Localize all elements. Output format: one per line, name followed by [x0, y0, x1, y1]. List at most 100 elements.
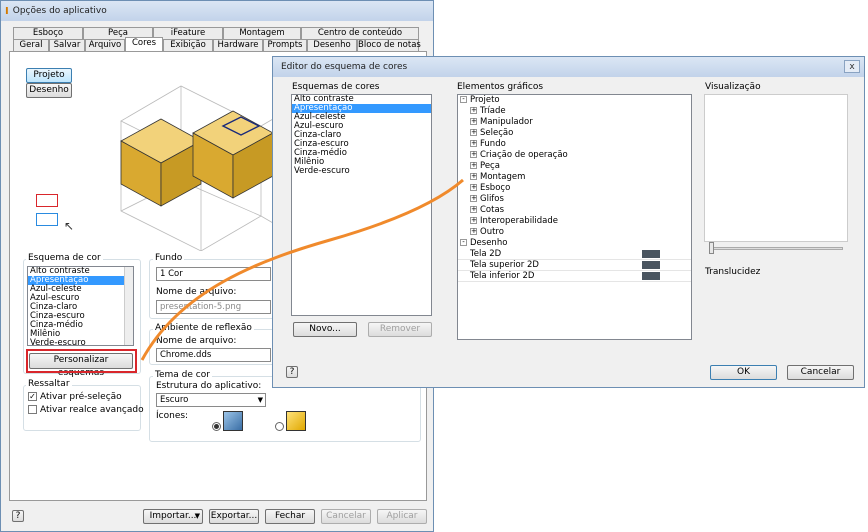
close-icon[interactable]: x [844, 60, 860, 73]
tree-node[interactable]: + Manipulador [458, 117, 691, 128]
list-item[interactable]: Verde-escuro [28, 339, 133, 346]
tab-bloco-de-notas[interactable]: Bloco de notas [357, 39, 421, 51]
tree-node[interactable]: + Montagem [458, 172, 691, 183]
graphics-elements-label: Elementos gráficos [457, 82, 544, 92]
tree-node[interactable]: + Esboço [458, 183, 691, 194]
expand-icon[interactable]: + [470, 217, 477, 224]
export-button[interactable]: Exportar... [209, 509, 259, 524]
expand-icon[interactable]: + [470, 118, 477, 125]
graphics-elements-tree[interactable]: - Projeto + Tríade + Manipulador + Seleção + Fund… [457, 94, 692, 340]
tab-esbo-o[interactable]: Esboço [13, 27, 83, 39]
expand-icon[interactable]: + [470, 228, 477, 235]
advanced-highlight-checkbox[interactable]: Ativar realce avançado [28, 405, 144, 415]
tree-node[interactable]: + Cotas [458, 205, 691, 216]
tab-arquivo[interactable]: Arquivo [85, 39, 125, 51]
tree-node[interactable]: + Interoperabilidade [458, 216, 691, 227]
expand-icon[interactable]: + [470, 151, 477, 158]
slider-thumb[interactable] [709, 242, 714, 254]
window-title: Editor do esquema de cores [281, 62, 408, 72]
expand-icon[interactable]: + [470, 129, 477, 136]
expand-icon[interactable]: + [470, 184, 477, 191]
drawing-color-row[interactable]: Tela inferior 2D [458, 271, 691, 282]
background-combo[interactable]: 1 Cor [156, 267, 271, 281]
tree-node-projeto[interactable]: - Projeto [458, 95, 691, 106]
icon-theme-radio-light[interactable] [275, 422, 284, 431]
chevron-down-icon: ▼ [194, 512, 200, 520]
help-button[interactable]: ? [12, 510, 24, 522]
schemes-list[interactable]: Alto contraste Apresentação Azul-celeste Az… [291, 94, 432, 316]
app-frame-combo[interactable]: Escuro ▼ [156, 393, 266, 407]
drawing-color-row[interactable]: Tela superior 2D [458, 260, 691, 271]
tree-node[interactable]: + Glifos [458, 194, 691, 205]
expand-icon[interactable]: + [470, 140, 477, 147]
mouse-cursor-icon: ↖ [64, 219, 75, 233]
preselect-checkbox[interactable]: ✓ Ativar pré-seleção [28, 392, 122, 402]
expand-icon[interactable]: + [470, 195, 477, 202]
highlight-label: Ressaltar [26, 379, 72, 389]
ok-button[interactable]: OK [710, 365, 777, 380]
color-swatch[interactable] [642, 250, 660, 258]
tree-node[interactable]: + Peça [458, 161, 691, 172]
list-item[interactable]: Verde-escuro [292, 167, 431, 176]
dark-icon-theme-icon [223, 411, 243, 431]
expand-icon[interactable]: + [470, 206, 477, 213]
expand-icon[interactable]: + [470, 162, 477, 169]
translucency-label: Translucidez [705, 267, 761, 277]
collapse-icon[interactable]: - [460, 239, 467, 246]
tab-salvar[interactable]: Salvar [49, 39, 85, 51]
color-scheme-label: Esquema de cor [26, 253, 103, 263]
tree-node[interactable]: + Outro [458, 227, 691, 238]
drawing-color-row[interactable]: Tela 2D [458, 249, 691, 260]
filename-field[interactable]: presentation-5.png [156, 300, 271, 314]
tab-prompts[interactable]: Prompts [263, 39, 307, 51]
tree-node[interactable]: + Fundo [458, 139, 691, 150]
customize-highlight-frame [26, 349, 137, 373]
blue-sample-rect [36, 213, 58, 226]
color-swatch[interactable] [642, 272, 660, 280]
title-bar: Editor do esquema de cores [273, 57, 864, 77]
tab-cores[interactable]: Cores [125, 37, 163, 51]
remove-button[interactable]: Remover [368, 322, 432, 337]
new-button[interactable]: Novo... [293, 322, 357, 337]
cancel-button[interactable]: Cancelar [787, 365, 854, 380]
color-swatch[interactable] [642, 261, 660, 269]
translucency-slider[interactable] [709, 247, 843, 250]
schemes-label: Esquemas de cores [292, 82, 380, 92]
title-bar: I Opções do aplicativo [1, 1, 433, 21]
icons-label: Ícones: [156, 411, 189, 421]
chevron-down-icon: ▼ [257, 396, 263, 404]
red-sample-rect [36, 194, 58, 207]
inventor-logo-icon: I [5, 5, 9, 17]
apply-button[interactable]: Aplicar [377, 509, 427, 524]
help-button[interactable]: ? [286, 366, 298, 378]
tree-node[interactable]: + Criação de operação [458, 150, 691, 161]
icon-theme-radio-dark[interactable] [212, 422, 221, 431]
tab-centro-de-conte-do[interactable]: Centro de conteúdo [301, 27, 419, 39]
tree-node[interactable]: + Tríade [458, 106, 691, 117]
tab-montagem[interactable]: Montagem [223, 27, 301, 39]
tab-exibi-o[interactable]: Exibição [163, 39, 213, 51]
background-label: Fundo [153, 253, 185, 263]
desenho-button[interactable]: Desenho [26, 83, 72, 98]
color-scheme-list[interactable]: Alto contraste Apresentação Azul-celeste Az… [27, 266, 134, 346]
scrollbar[interactable] [124, 267, 133, 345]
preview-panel [704, 94, 848, 242]
close-button[interactable]: Fechar [265, 509, 315, 524]
tab-desenho[interactable]: Desenho [307, 39, 357, 51]
app-frame-label: Estrutura do aplicativo: [156, 381, 262, 391]
light-icon-theme-icon [286, 411, 306, 431]
projeto-button[interactable]: Projeto [26, 68, 72, 83]
cancel-button[interactable]: Cancelar [321, 509, 371, 524]
tab-geral[interactable]: Geral [13, 39, 49, 51]
tab-ifeature[interactable]: iFeature [153, 27, 223, 39]
import-button[interactable]: Importar... ▼ [143, 509, 203, 524]
tab-hardware[interactable]: Hardware [213, 39, 263, 51]
expand-icon[interactable]: + [470, 173, 477, 180]
tree-node[interactable]: + Seleção [458, 128, 691, 139]
reflection-filename-field[interactable]: Chrome.dds [156, 348, 271, 362]
expand-icon[interactable]: + [470, 107, 477, 114]
window-title: Opções do aplicativo [12, 6, 107, 16]
collapse-icon[interactable]: - [460, 96, 467, 103]
tree-node-desenho[interactable]: - Desenho [458, 238, 691, 249]
preview-label: Visualização [705, 82, 761, 92]
